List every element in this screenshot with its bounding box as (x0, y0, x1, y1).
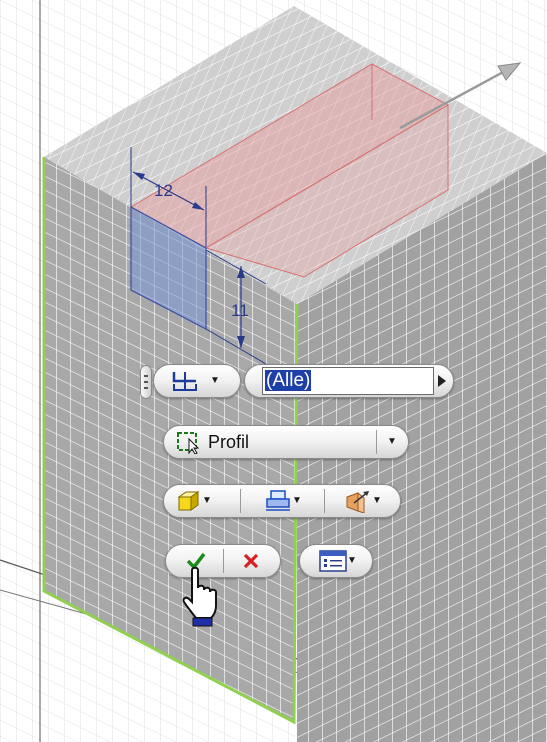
solid-box-icon (177, 491, 200, 511)
chevron-down-icon: ▼ (387, 436, 397, 447)
chevron-down-icon: ▼ (210, 375, 220, 386)
selection-value-input[interactable]: (Alle) (262, 367, 434, 395)
termination-icon (266, 490, 291, 511)
solid-box-button[interactable]: ▼ (172, 485, 216, 517)
profile-dropdown[interactable]: Profil ▼ (163, 425, 409, 459)
dimension-width-label: 12 (154, 181, 173, 200)
selection-filter-button[interactable]: ▼ (153, 364, 241, 398)
dimension-height-label: 11 (231, 301, 249, 320)
hand-pointer-icon (182, 566, 217, 627)
play-arrow-icon[interactable] (433, 365, 451, 397)
cancel-button[interactable] (228, 545, 274, 577)
profile-select-icon (174, 426, 204, 458)
chevron-down-icon: ▼ (347, 555, 357, 566)
direction-button[interactable]: ▼ (332, 485, 394, 517)
cancel-x-icon (243, 553, 259, 569)
chevron-down-icon: ▼ (292, 495, 302, 506)
options-list-button[interactable]: ▼ (299, 544, 373, 578)
selection-value-text: (Alle) (265, 370, 312, 391)
output-options-bar: ▼ ▼ ▼ (163, 484, 401, 518)
grip-handle-icon[interactable] (140, 365, 152, 399)
chevron-down-icon: ▼ (372, 495, 382, 506)
direction-flip-icon (346, 491, 370, 513)
list-options-icon (319, 550, 347, 572)
termination-button[interactable]: ▼ (248, 485, 318, 517)
selection-filter-icon (172, 372, 197, 391)
profile-dropdown-label: Profil (208, 431, 250, 452)
chevron-down-icon: ▼ (202, 495, 212, 506)
cad-viewport[interactable]: 12 11 ▼ (Alle) Profil ▼ ▼ ▼ ▼ ▼ (0, 0, 547, 742)
